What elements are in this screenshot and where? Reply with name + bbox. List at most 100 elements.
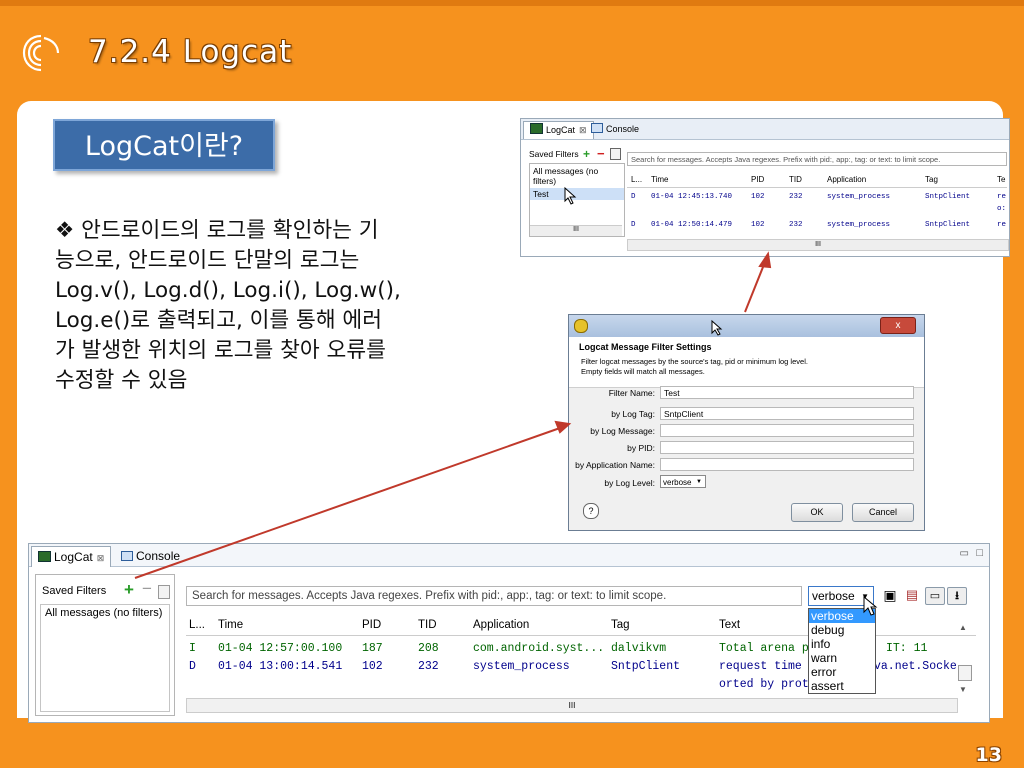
logcat-icon (38, 551, 51, 562)
edit-filter-icon[interactable] (158, 585, 170, 599)
dropdown-option[interactable]: warn (809, 651, 875, 665)
horizontal-scrollbar[interactable]: III (627, 239, 1009, 251)
dropdown-option[interactable]: error (809, 665, 875, 679)
log-level-dropdown: verbose debug info warn error assert (808, 608, 876, 694)
app-name-field[interactable] (660, 458, 914, 471)
dropdown-option[interactable]: assert (809, 679, 875, 693)
tab-console-label: Console (136, 549, 181, 563)
console-icon (591, 123, 603, 133)
minimize-icon[interactable]: ▭ (960, 548, 969, 559)
body-line: Log.v(), Log.d(), Log.i(), Log.w(), (55, 278, 401, 303)
cell-level: D (631, 193, 636, 201)
column-header[interactable]: TID (789, 175, 802, 184)
cell-app: system_process (827, 221, 891, 229)
dropdown-option[interactable]: info (809, 637, 875, 651)
page-number: 13 (975, 744, 1002, 766)
cell-pid: 102 (362, 660, 383, 673)
cell-text: orted by prot (719, 678, 809, 691)
scroll-up-icon[interactable]: ▲ (959, 623, 967, 632)
cell-text: re (997, 221, 1007, 229)
search-input[interactable]: Search for messages. Accepts Java regexe… (186, 586, 802, 606)
column-header[interactable]: Application (827, 175, 866, 184)
column-header[interactable]: Time (651, 175, 668, 184)
pid-field[interactable] (660, 441, 914, 454)
column-header[interactable]: Tag (611, 619, 630, 631)
app-name-label: by Application Name: (575, 460, 655, 470)
dropdown-option[interactable]: debug (809, 623, 875, 637)
scroll-down-icon[interactable]: ▼ (959, 685, 967, 694)
cell-text: re (997, 193, 1007, 201)
filter-item-selected[interactable]: Test (530, 188, 624, 200)
log-level-value: verbose (663, 478, 692, 487)
console-icon (121, 551, 133, 561)
log-level-select[interactable]: verbose ▼ (808, 586, 874, 606)
tab-logcat[interactable]: LogCat ⊠ (31, 546, 112, 567)
dialog-title: Logcat Message Filter Settings (579, 342, 712, 352)
vertical-scrollbar-thumb[interactable] (958, 665, 972, 681)
column-header[interactable]: L... (631, 175, 642, 184)
cell-pid: 102 (751, 193, 765, 201)
filter-item[interactable]: All messages (no filters) (530, 164, 624, 188)
toggle-view-icon[interactable]: ▭ (925, 587, 945, 605)
close-button[interactable]: x (880, 317, 916, 334)
chevron-down-icon: ▼ (696, 479, 702, 485)
dropdown-option-selected[interactable]: verbose (809, 609, 875, 623)
table-header: L... Time PID TID Application Tag Te (627, 175, 1007, 188)
remove-filter-icon[interactable]: − (142, 579, 152, 599)
filter-name-field[interactable]: Test (660, 386, 914, 399)
column-header[interactable]: TID (418, 619, 437, 631)
filters-pane: Saved Filters + − All messages (no filte… (35, 574, 175, 716)
log-level-value: verbose (812, 589, 855, 603)
column-header[interactable]: Text (719, 619, 740, 631)
save-icon[interactable]: ▣ (881, 587, 899, 603)
column-header[interactable]: PID (362, 619, 381, 631)
close-icon[interactable]: ⊠ (97, 553, 105, 563)
cell-text: request time (719, 660, 802, 673)
dialog-description: Empty fields will match all messages. (581, 367, 705, 376)
cell-pid: 187 (362, 642, 383, 655)
add-filter-icon[interactable]: + (124, 580, 134, 600)
log-level-select[interactable]: verbose ▼ (660, 475, 706, 488)
table-row[interactable]: D 01-04 12:50:14.479 102 232 system_proc… (627, 221, 1007, 233)
horizontal-scrollbar[interactable]: III (186, 698, 958, 713)
tab-logcat[interactable]: LogCat ⊠ (523, 121, 594, 139)
column-header[interactable]: Application (473, 619, 529, 631)
tab-logcat-label: LogCat (546, 125, 576, 135)
remove-filter-icon[interactable]: − (597, 146, 605, 161)
pid-label: by PID: (627, 443, 655, 453)
help-icon[interactable]: ? (583, 503, 599, 519)
cell-level: I (189, 642, 196, 655)
column-header[interactable]: L... (189, 619, 205, 631)
edit-filter-icon[interactable] (610, 148, 621, 160)
body-paragraph: ❖ 안드로이드의 로그를 확인하는 기 능으로, 안드로이드 단말의 로그는 L… (55, 216, 535, 396)
table-row[interactable]: o: (627, 205, 1007, 217)
cell-time: 01-04 12:50:14.479 (651, 221, 733, 229)
cell-text-tail: IT: 11 (886, 642, 928, 655)
maximize-icon[interactable]: □ (976, 547, 983, 559)
log-tag-field[interactable]: SntpClient (660, 407, 914, 420)
column-header[interactable]: Te (997, 175, 1005, 184)
search-input[interactable]: Search for messages. Accepts Java regexe… (627, 152, 1007, 166)
column-header[interactable]: PID (751, 175, 764, 184)
log-level-label: by Log Level: (604, 478, 655, 488)
filter-list-scrollbar[interactable]: III (530, 225, 622, 236)
cell-time: 01-04 12:57:00.100 (218, 642, 343, 655)
dialog-titlebar: x (569, 315, 924, 337)
clear-log-icon[interactable]: ▤ (903, 587, 921, 603)
filter-list: All messages (no filters) (40, 604, 170, 712)
cancel-button[interactable]: Cancel (852, 503, 914, 522)
column-header[interactable]: Time (218, 619, 243, 631)
cell-tag: SntpClient (611, 660, 681, 673)
table-row[interactable]: D 01-04 12:45:13.740 102 232 system_proc… (627, 193, 1007, 205)
column-header[interactable]: Tag (925, 175, 938, 184)
body-line: Log.e()로 출력되고, 이를 통해 에러 (55, 308, 382, 333)
ok-button[interactable]: OK (791, 503, 843, 522)
log-message-label: by Log Message: (590, 426, 655, 436)
add-filter-icon[interactable]: + (583, 147, 590, 161)
scroll-lock-icon[interactable]: ⭳ (947, 587, 967, 605)
tab-console[interactable]: Console (115, 546, 186, 567)
log-message-field[interactable] (660, 424, 914, 437)
tab-console[interactable]: Console (585, 121, 645, 139)
filter-item[interactable]: All messages (no filters) (41, 605, 169, 621)
scroll-grip: III (573, 226, 579, 233)
